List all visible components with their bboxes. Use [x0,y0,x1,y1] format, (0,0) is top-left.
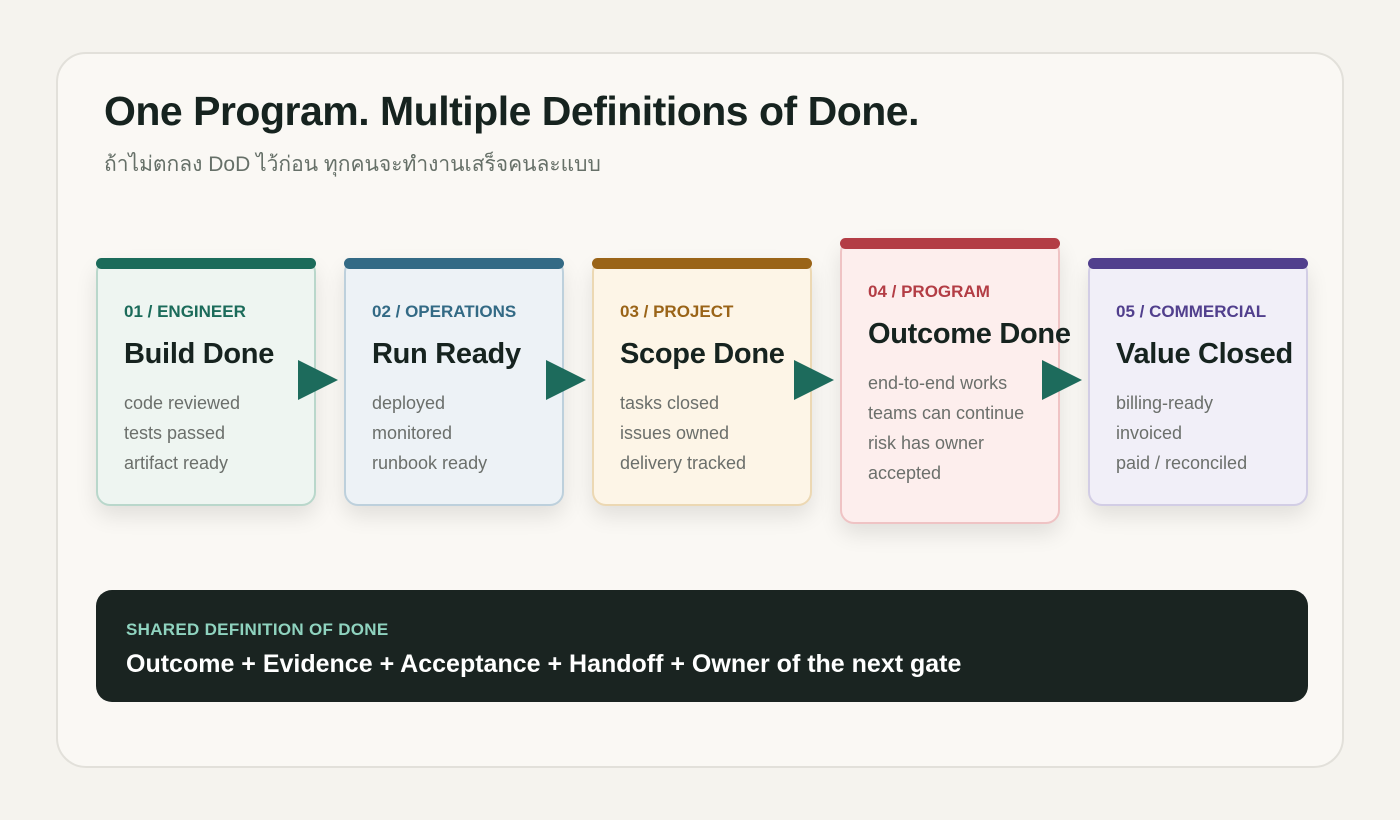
card-item: deployed [372,393,446,413]
card-accent-bar [96,258,316,269]
card-item: invoiced [1116,423,1183,443]
card-item: end-to-end works [868,373,1008,393]
card-item: issues owned [620,423,730,443]
card-tag: 04 / PROGRAM [868,282,990,301]
card-item: accepted [868,463,942,483]
card-accent-bar [592,258,812,269]
card-item: code reviewed [124,393,241,413]
card-tag: 05 / COMMERCIAL [1116,302,1267,321]
card-item: teams can continue [868,403,1025,423]
card-project: 03 / PROJECT Scope Done tasks closed iss… [592,258,812,506]
flow-arrow-icon [1042,360,1082,400]
card-title: Build Done [124,338,275,370]
card-accent-bar [344,258,564,269]
card-item: tests passed [124,423,226,443]
card-item: paid / reconciled [1116,453,1248,473]
card-engineer: 01 / ENGINEER Build Done code reviewed t… [96,258,316,506]
card-tag: 01 / ENGINEER [124,302,246,321]
flow-arrow-icon [794,360,834,400]
card-accent-bar [1088,258,1308,269]
card-program: 04 / PROGRAM Outcome Done end-to-end wor… [840,238,1071,524]
shared-definition-banner: SHARED DEFINITION OF DONE Outcome + Evid… [96,590,1308,702]
card-item: risk has owner [868,433,985,453]
flow-arrow-icon [298,360,338,400]
card-items: billing-ready invoiced paid / reconciled [1116,388,1247,478]
page-subtitle: ถ้าไม่ตกลง DoD ไว้ก่อน ทุกคนจะทำงานเสร็จ… [104,153,601,176]
card-items: code reviewed tests passed artifact read… [124,388,240,478]
shared-definition-formula: Outcome + Evidence + Acceptance + Handof… [126,650,962,678]
card-items: tasks closed issues owned delivery track… [620,388,746,478]
card-tag: 02 / OPERATIONS [372,302,517,321]
card-title: Scope Done [620,338,785,370]
page-title: One Program. Multiple Definitions of Don… [104,88,919,134]
flow-arrow-icon [546,360,586,400]
card-commercial: 05 / COMMERCIAL Value Closed billing-rea… [1088,258,1308,506]
card-item: billing-ready [1116,393,1214,413]
card-item: tasks closed [620,393,720,413]
card-item: monitored [372,423,453,443]
card-title: Run Ready [372,338,521,370]
card-items: deployed monitored runbook ready [372,388,487,478]
card-tag: 03 / PROJECT [620,302,734,321]
card-operations: 02 / OPERATIONS Run Ready deployed monit… [344,258,564,506]
card-item: runbook ready [372,453,488,473]
card-title: Value Closed [1116,338,1293,370]
card-items: end-to-end works teams can continue risk… [868,368,1024,488]
card-item: delivery tracked [620,453,747,473]
card-title: Outcome Done [868,318,1071,350]
card-item: artifact ready [124,453,229,473]
card-accent-bar [840,238,1060,249]
shared-definition-label: SHARED DEFINITION OF DONE [126,620,389,639]
